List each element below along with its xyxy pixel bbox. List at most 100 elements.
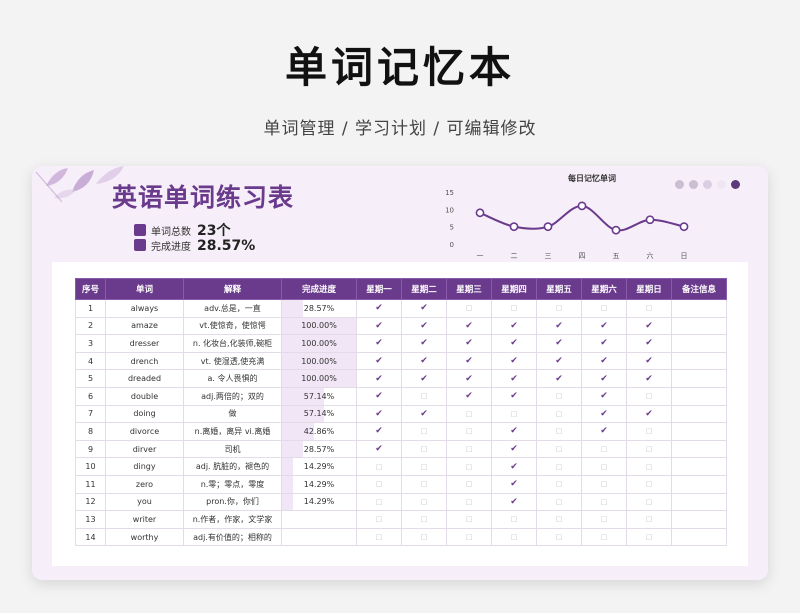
day-check-done[interactable]: ✔ [491,316,537,336]
day-checkbox[interactable]: □ [446,299,492,318]
day-checkbox[interactable]: □ [446,510,492,529]
day-check-done[interactable]: ✔ [491,351,537,371]
day-checkbox[interactable]: □ [536,510,582,529]
day-checkbox[interactable]: □ [626,510,672,529]
day-checkbox[interactable]: □ [626,422,672,441]
day-checkbox[interactable]: □ [491,527,537,547]
day-checkbox[interactable]: □ [446,422,492,441]
day-checkbox[interactable]: □ [401,386,447,406]
day-check-done[interactable]: ✔ [356,316,402,336]
day-check-done[interactable]: ✔ [401,316,447,336]
day-checkbox[interactable]: □ [356,474,402,494]
day-check-done[interactable]: ✔ [581,351,627,371]
day-check-done[interactable]: ✔ [491,474,537,494]
day-check-done[interactable]: ✔ [581,369,627,388]
day-checkbox[interactable]: □ [626,299,672,318]
day-check-done[interactable]: ✔ [491,369,537,388]
day-check-done[interactable]: ✔ [536,369,582,388]
day-check-done[interactable]: ✔ [536,316,582,336]
day-check-done[interactable]: ✔ [446,386,492,406]
day-checkbox[interactable]: □ [581,527,627,547]
day-check-done[interactable]: ✔ [446,334,492,353]
day-checkbox[interactable]: □ [536,439,582,459]
day-check-done[interactable]: ✔ [491,334,537,353]
day-checkbox[interactable]: □ [626,527,672,547]
day-check-done[interactable]: ✔ [626,351,672,371]
day-checkbox[interactable]: □ [536,422,582,441]
day-check-done[interactable]: ✔ [356,351,402,371]
day-checkbox[interactable]: □ [446,439,492,459]
day-checkbox[interactable]: □ [536,404,582,424]
day-check-done[interactable]: ✔ [401,299,447,318]
day-checkbox[interactable]: □ [401,439,447,459]
day-checkbox[interactable]: □ [446,527,492,547]
day-check-done[interactable]: ✔ [581,316,627,336]
day-checkbox[interactable]: □ [401,422,447,441]
day-check-done[interactable]: ✔ [491,457,537,476]
day-checkbox[interactable]: □ [581,492,627,512]
day-checkbox[interactable]: □ [446,492,492,512]
x-tick-label: 一 [477,252,484,260]
day-checkbox[interactable]: □ [536,299,582,318]
day-check-done[interactable]: ✔ [401,369,447,388]
day-check-done[interactable]: ✔ [581,404,627,424]
day-checkbox[interactable]: □ [581,439,627,459]
day-checkbox[interactable]: □ [581,299,627,318]
day-check-done[interactable]: ✔ [356,299,402,318]
day-check-done[interactable]: ✔ [581,386,627,406]
day-checkbox[interactable]: □ [356,457,402,476]
day-check-done[interactable]: ✔ [446,316,492,336]
day-check-done[interactable]: ✔ [626,334,672,353]
day-check-done[interactable]: ✔ [536,351,582,371]
day-check-done[interactable]: ✔ [626,404,672,424]
day-check-done[interactable]: ✔ [581,334,627,353]
day-check-done[interactable]: ✔ [491,492,537,512]
day-check-done[interactable]: ✔ [356,386,402,406]
day-check-done[interactable]: ✔ [356,439,402,459]
day-check-done[interactable]: ✔ [401,351,447,371]
day-checkbox[interactable]: □ [401,510,447,529]
day-checkbox[interactable]: □ [626,386,672,406]
day-checkbox[interactable]: □ [491,299,537,318]
day-check-done[interactable]: ✔ [356,422,402,441]
day-check-done[interactable]: ✔ [401,404,447,424]
day-check-done[interactable]: ✔ [446,351,492,371]
day-checkbox[interactable]: □ [536,474,582,494]
day-checkbox[interactable]: □ [581,474,627,494]
day-check-done[interactable]: ✔ [446,369,492,388]
day-checkbox[interactable]: □ [536,527,582,547]
day-check-done[interactable]: ✔ [356,369,402,388]
day-checkbox[interactable]: □ [581,510,627,529]
day-check-done[interactable]: ✔ [491,386,537,406]
day-check-done[interactable]: ✔ [626,316,672,336]
day-checkbox[interactable]: □ [626,439,672,459]
day-checkbox[interactable]: □ [536,492,582,512]
meaning-cell: pron.你，你们 [183,492,282,512]
day-check-done[interactable]: ✔ [491,439,537,459]
day-checkbox[interactable]: □ [401,457,447,476]
day-checkbox[interactable]: □ [401,492,447,512]
day-check-done[interactable]: ✔ [581,422,627,441]
day-check-done[interactable]: ✔ [626,369,672,388]
day-checkbox[interactable]: □ [356,492,402,512]
day-checkbox[interactable]: □ [491,510,537,529]
day-checkbox[interactable]: □ [581,457,627,476]
day-check-done[interactable]: ✔ [356,404,402,424]
day-checkbox[interactable]: □ [356,527,402,547]
day-checkbox[interactable]: □ [356,510,402,529]
day-checkbox[interactable]: □ [536,386,582,406]
day-check-done[interactable]: ✔ [356,334,402,353]
day-checkbox[interactable]: □ [626,457,672,476]
day-checkbox[interactable]: □ [446,474,492,494]
day-checkbox[interactable]: □ [446,457,492,476]
day-checkbox[interactable]: □ [491,404,537,424]
day-check-done[interactable]: ✔ [536,334,582,353]
day-checkbox[interactable]: □ [401,474,447,494]
day-check-done[interactable]: ✔ [491,422,537,441]
day-checkbox[interactable]: □ [446,404,492,424]
day-checkbox[interactable]: □ [536,457,582,476]
day-checkbox[interactable]: □ [401,527,447,547]
day-checkbox[interactable]: □ [626,474,672,494]
day-check-done[interactable]: ✔ [401,334,447,353]
day-checkbox[interactable]: □ [626,492,672,512]
